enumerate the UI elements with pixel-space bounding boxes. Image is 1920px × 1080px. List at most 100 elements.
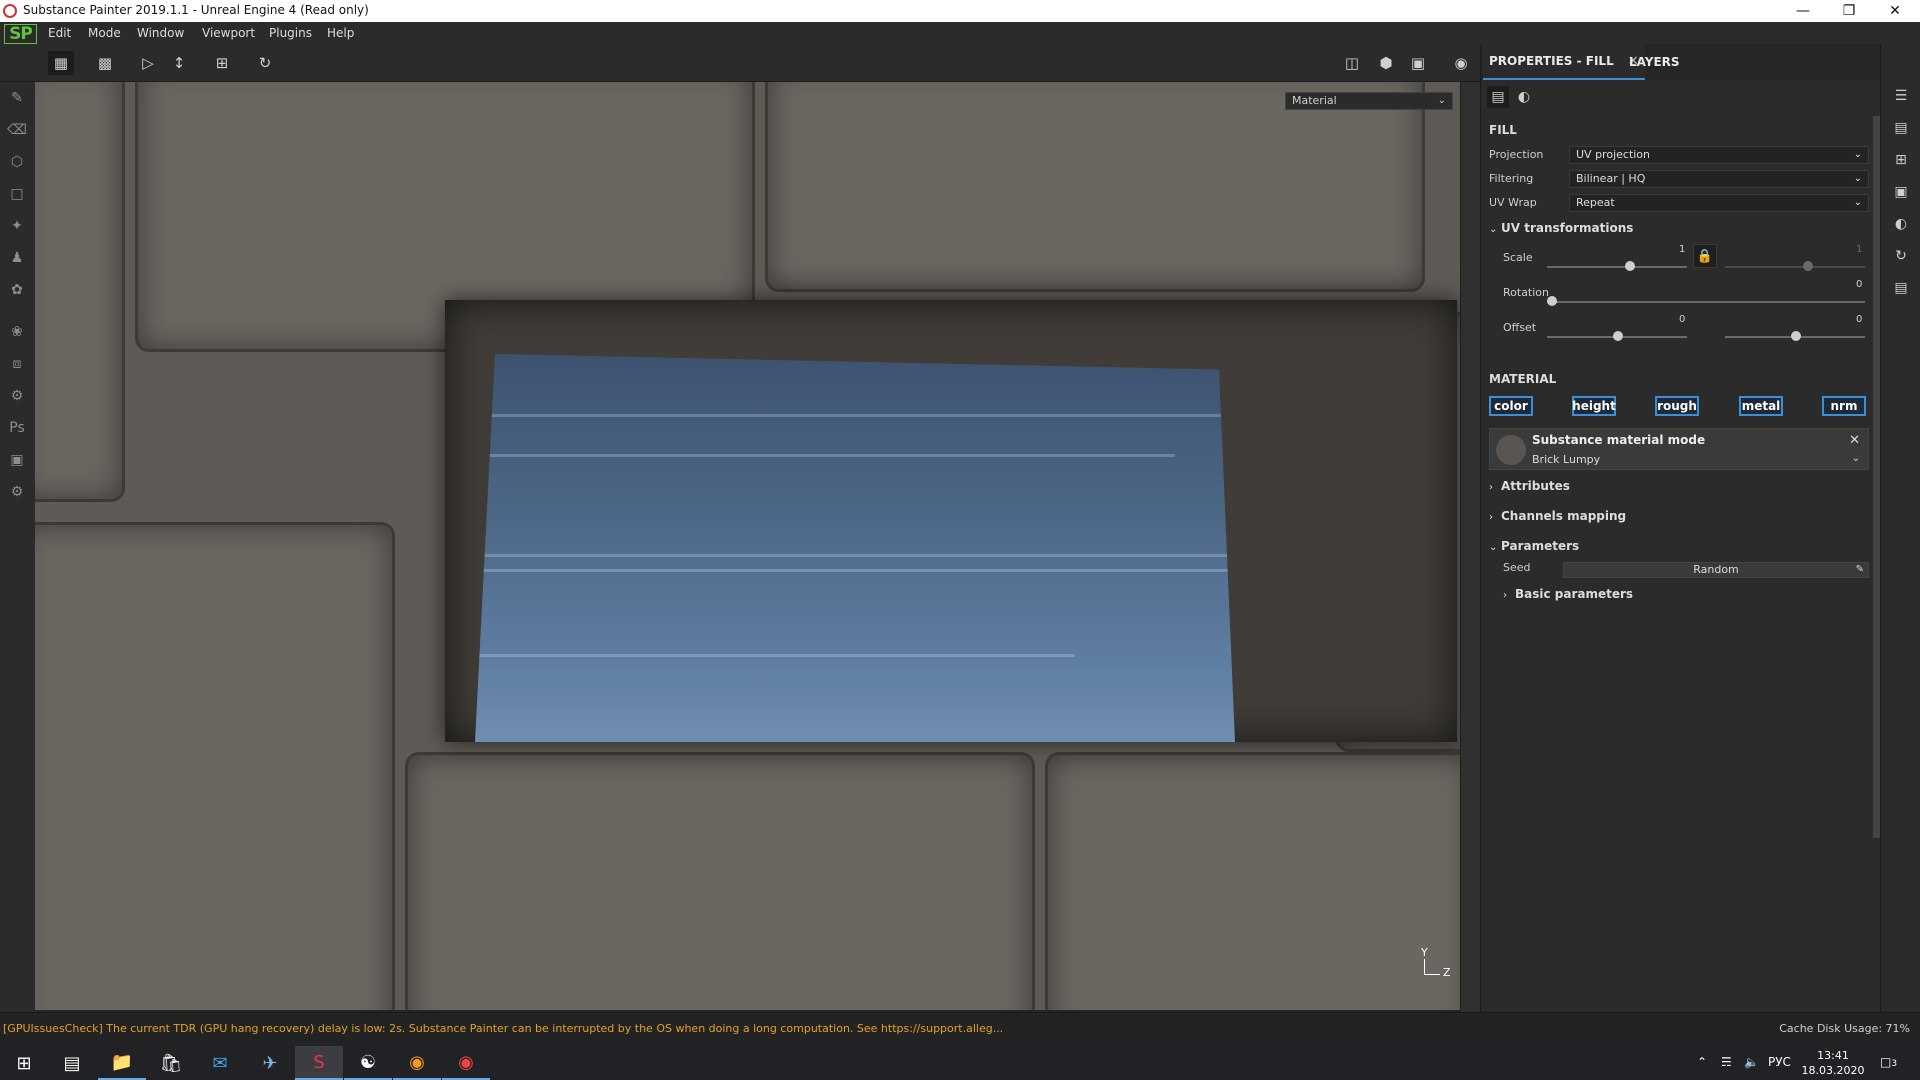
add-frame-icon[interactable]: ⊞ — [209, 51, 235, 75]
screenshot-icon[interactable]: ◉ — [1448, 51, 1474, 75]
seed-random-button[interactable]: Random ✎ — [1563, 562, 1869, 578]
iray-icon[interactable]: ⚙ — [7, 386, 27, 406]
panel-scrollbar[interactable] — [1873, 116, 1880, 838]
layers-stack-icon[interactable]: ☰ — [1891, 86, 1911, 106]
wifi-icon[interactable]: ☴ — [1721, 1055, 1732, 1069]
tab-layers[interactable]: LAYERS — [1623, 44, 1686, 80]
history-icon[interactable]: ↻ — [1891, 246, 1911, 266]
chevron-up-icon[interactable]: ⌃ — [1697, 1055, 1707, 1069]
parameters-toggle[interactable]: ⌄ Parameters — [1489, 539, 1579, 553]
projection-icon[interactable]: ⬡ — [7, 152, 27, 172]
material-card[interactable]: Substance material mode Brick Lumpy ✕ ⌄ — [1489, 428, 1869, 470]
language-indicator[interactable]: РУС — [1768, 1055, 1791, 1069]
file-explorer-icon[interactable]: 📁 — [98, 1046, 146, 1080]
channel-rough-toggle[interactable]: rough — [1655, 396, 1699, 416]
substance-painter-taskbar-icon[interactable]: S — [295, 1046, 343, 1080]
steam-icon[interactable]: ✈ — [246, 1046, 294, 1080]
chrome-icon[interactable]: ◉ — [442, 1046, 490, 1080]
blender-icon[interactable]: ◉ — [393, 1046, 441, 1080]
volume-icon[interactable]: 🔈 — [1744, 1055, 1759, 1069]
camera-icon[interactable]: ▣ — [1405, 51, 1431, 75]
clock[interactable]: 13:41 18.03.2020 — [1800, 1048, 1866, 1078]
display-settings-icon[interactable]: ▣ — [1891, 182, 1911, 202]
rotation-slider-knob[interactable] — [1547, 296, 1557, 306]
basic-parameters-toggle[interactable]: › Basic parameters — [1503, 587, 1633, 601]
material-sphere-icon[interactable]: ◐ — [1513, 86, 1535, 108]
channel-height-toggle[interactable]: height — [1572, 396, 1616, 416]
tab-properties-fill[interactable]: PROPERTIES - FILL ✕ — [1483, 44, 1645, 80]
close-icon[interactable]: ✕ — [1872, 0, 1918, 22]
2d-3d-view-icon[interactable]: ▦ — [48, 51, 74, 75]
clock-date: 18.03.2020 — [1801, 1064, 1865, 1077]
menu-window[interactable]: Window — [137, 26, 184, 40]
smudge-icon[interactable]: ✦ — [7, 216, 27, 236]
chevron-down-icon: ⌄ — [1489, 542, 1498, 553]
mail-icon[interactable]: ✉ — [196, 1046, 244, 1080]
symmetry-y-icon[interactable]: ↕ — [166, 51, 192, 75]
log-icon[interactable]: ▤ — [1891, 278, 1911, 298]
photoshop-icon[interactable]: Ps — [7, 418, 27, 438]
cloud-streak — [475, 454, 1175, 457]
attributes-toggle[interactable]: › Attributes — [1489, 479, 1570, 493]
viewport-side-strip — [1460, 82, 1480, 1012]
scale-slider-knob[interactable] — [1625, 261, 1635, 271]
export-icon[interactable]: ⧈ — [7, 354, 27, 374]
clone-stamp-icon[interactable]: ♟ — [7, 248, 27, 268]
title-bar: Substance Painter 2019.1.1 - Unreal Engi… — [0, 0, 1920, 22]
menu-help[interactable]: Help — [327, 26, 354, 40]
split-view-icon[interactable]: ◫ — [1339, 51, 1365, 75]
settings-icon[interactable]: ⚙ — [7, 482, 27, 502]
channels-mapping-toggle[interactable]: › Channels mapping — [1489, 509, 1626, 523]
projection-dropdown[interactable]: UV projection ⌄ — [1569, 146, 1869, 164]
scale-value-2: 1 — [1856, 244, 1863, 255]
texture-set-icon[interactable]: ▤ — [1891, 118, 1911, 138]
bake-icon[interactable]: ❀ — [7, 322, 27, 342]
properties-view-icon[interactable]: ▤ — [1487, 86, 1509, 108]
offset-slider-knob[interactable] — [1613, 331, 1623, 341]
right-dock-toolbar: ☰ ▤ ⊞ ▣ ◐ ↻ ▤ — [1880, 44, 1920, 1012]
task-view-icon[interactable]: ▤ — [48, 1046, 96, 1080]
channel-nrm-toggle[interactable]: nrm — [1822, 396, 1866, 416]
color-picker-icon[interactable]: ✿ — [7, 280, 27, 300]
uv-transformations-toggle[interactable]: ⌄ UV transformations — [1489, 221, 1633, 235]
store-icon[interactable]: 🛍 — [147, 1046, 195, 1080]
chevron-down-icon[interactable]: ⌄ — [1852, 453, 1860, 464]
stone-tile — [1045, 752, 1460, 1010]
offset-label: Offset — [1503, 321, 1537, 334]
channel-color-toggle[interactable]: color — [1489, 396, 1533, 416]
status-bar: [GPUIssuesCheck] The current TDR (GPU ha… — [0, 1012, 1920, 1046]
history-icon[interactable]: ↻ — [252, 51, 278, 75]
remove-material-icon[interactable]: ✕ — [1849, 433, 1860, 448]
projection-value: UV projection — [1576, 148, 1651, 161]
polygon-fill-icon[interactable]: □ — [7, 184, 27, 204]
lock-icon[interactable]: 🔒 — [1693, 244, 1717, 268]
chevron-down-icon: ⌄ — [1853, 173, 1862, 184]
uvwrap-dropdown[interactable]: Repeat ⌄ — [1569, 194, 1869, 212]
restore-icon[interactable]: ❐ — [1826, 0, 1872, 22]
chevron-down-icon: ⌄ — [1489, 224, 1498, 235]
paint-brush-icon[interactable]: ✎ — [7, 88, 27, 108]
pencil-icon[interactable]: ✎ — [1856, 563, 1864, 577]
minimize-icon[interactable]: — — [1780, 0, 1826, 22]
3d-view-cube-icon[interactable]: ⬢ — [1373, 51, 1399, 75]
eraser-icon[interactable]: ⌫ — [7, 120, 27, 140]
menu-edit[interactable]: Edit — [48, 26, 71, 40]
symmetry-x-icon[interactable]: ▷ — [135, 51, 161, 75]
notifications-icon[interactable]: □3 — [1880, 1055, 1897, 1069]
rotation-slider-track[interactable] — [1547, 301, 1865, 303]
viewport-display-mode-dropdown[interactable]: Material ⌄ — [1285, 92, 1453, 110]
grid-icon[interactable]: ▩ — [92, 51, 118, 75]
menu-plugins[interactable]: Plugins — [269, 26, 312, 40]
offset-slider-2-knob[interactable] — [1791, 331, 1801, 341]
3d-viewport[interactable]: Material ⌄ Y Z U — [35, 82, 1460, 1010]
menu-viewport[interactable]: Viewport — [202, 26, 255, 40]
windows-start-icon[interactable]: ⊞ — [0, 1046, 48, 1080]
filtering-dropdown[interactable]: Bilinear | HQ ⌄ — [1569, 170, 1869, 188]
menu-mode[interactable]: Mode — [88, 26, 121, 40]
render-icon[interactable]: ▣ — [7, 450, 27, 470]
uv-grid-icon[interactable]: ⊞ — [1891, 150, 1911, 170]
scale-slider-track[interactable] — [1547, 266, 1687, 268]
channel-metal-toggle[interactable]: metal — [1739, 396, 1783, 416]
environment-sphere-icon[interactable]: ◐ — [1891, 214, 1911, 234]
unreal-launcher-icon[interactable]: ☯ — [344, 1046, 392, 1080]
